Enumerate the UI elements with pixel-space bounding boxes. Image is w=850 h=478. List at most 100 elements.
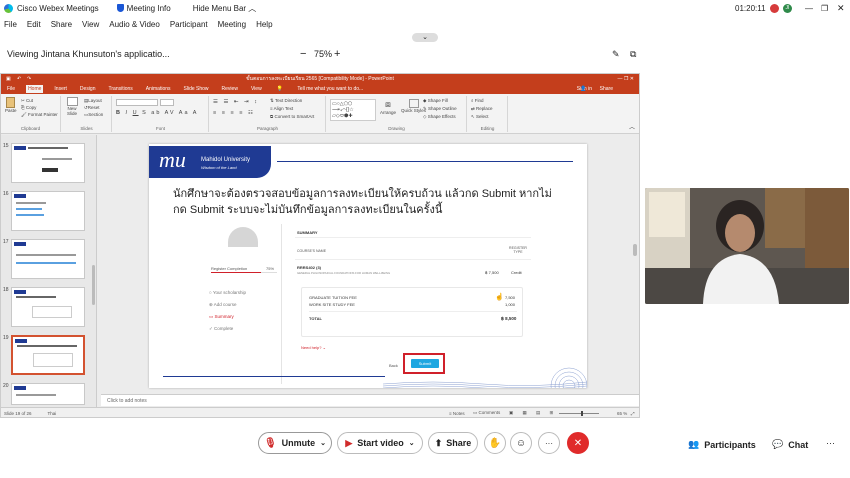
layout-button[interactable]: ▤Layout [84, 98, 102, 104]
current-slide[interactable]: mu Mahidol University Wisdom of the Land… [149, 144, 587, 388]
fit-slide-icon[interactable]: ⤢ [631, 411, 635, 416]
replace-button[interactable]: ⇄ Replace [471, 106, 493, 112]
raise-hand-button[interactable]: ✋ [484, 432, 506, 454]
text-direction-button[interactable]: ⇅ Text Direction [270, 98, 302, 104]
ppt-tab-insert[interactable]: Insert [52, 85, 69, 93]
share-button[interactable]: ⬆ Share [428, 432, 478, 454]
step-summary[interactable]: ▭ Summary [209, 314, 234, 320]
font-format-buttons[interactable]: B I U S ab AV Aa A [116, 110, 198, 116]
shape-fill-button[interactable]: ◆ Shape Fill [423, 98, 448, 104]
zoom-in-button[interactable]: + [334, 48, 340, 60]
meeting-info-button[interactable]: Meeting Info [127, 4, 171, 13]
shape-outline-button[interactable]: ✎ Shape Outline [423, 106, 457, 112]
paste-button[interactable]: Paste [5, 97, 17, 113]
user-avatar[interactable]: JI [783, 3, 792, 13]
menu-participant[interactable]: Participant [170, 20, 208, 29]
ppt-tab-review[interactable]: Review [220, 85, 240, 93]
paragraph-format-buttons[interactable]: ☰ ☰ ⇤ ⇥ ↕ [213, 99, 259, 105]
cut-button[interactable]: ✂ Cut [21, 98, 33, 104]
clipboard-icon [6, 97, 16, 108]
notes-pane[interactable]: Click to add notes [101, 394, 639, 406]
shape-effects-button[interactable]: ◇ Shape Effects [423, 114, 456, 120]
participant-video[interactable] [645, 188, 849, 304]
footer-rule [163, 376, 385, 377]
comments-toggle[interactable]: ▭ Comments [473, 410, 500, 416]
leave-meeting-button[interactable]: ✕ [567, 432, 589, 454]
slide-thumbnail-15[interactable] [11, 143, 85, 183]
new-slide-button[interactable]: New Slide [65, 97, 79, 116]
font-name-box[interactable] [116, 99, 158, 106]
menu-meeting[interactable]: Meeting [218, 20, 246, 29]
ppt-window-controls[interactable]: — ❐ ✕ [618, 76, 634, 82]
find-button[interactable]: ⌕ Find [471, 98, 484, 103]
menu-help[interactable]: Help [256, 20, 272, 29]
menu-share[interactable]: Share [51, 20, 72, 29]
slide-thumbnail-16[interactable] [11, 191, 85, 231]
slide-thumbnail-20[interactable] [11, 383, 85, 405]
ppt-tell-me[interactable]: 💡 Tell me what you want to do... [273, 85, 377, 93]
start-video-button[interactable]: ▶ Start video ⌄ [337, 432, 423, 454]
section-button[interactable]: ▭Section [84, 112, 103, 118]
hide-menu-bar-button[interactable]: Hide Menu Bar ︿ [193, 3, 257, 14]
ppt-tab-slide-show[interactable]: Slide Show [182, 85, 211, 93]
view-buttons[interactable]: ▣ ▦ ▤ ⊞ [509, 410, 557, 416]
arrange-button[interactable]: ⧈ Arrange [380, 99, 396, 115]
step-add-course[interactable]: ⊕ Add course [209, 302, 237, 308]
restore-button[interactable]: ❐ [821, 4, 828, 13]
slide-thumbnail-17[interactable] [11, 239, 85, 279]
need-help-link[interactable]: Need help? ⌄ [301, 345, 326, 350]
font-size-box[interactable] [160, 99, 174, 106]
collapse-toggle[interactable]: ⌄ [412, 33, 438, 42]
replace-icon: ⇄ [471, 106, 475, 111]
align-text-button[interactable]: ≡ Align Text [270, 106, 293, 111]
magnifier-icon: ⌕ [471, 98, 474, 103]
reactions-button[interactable]: ☺ [510, 432, 532, 454]
zoom-slider-thumb[interactable] [581, 411, 583, 416]
slide-thumbnail-19[interactable] [11, 335, 85, 375]
select-button[interactable]: ↖ Select [471, 114, 489, 120]
align-buttons[interactable]: ≡ ≡ ≡ ≡ ☷ [213, 110, 255, 116]
ppt-tab-home[interactable]: Home [26, 85, 44, 93]
status-zoom[interactable]: 65 % [617, 411, 627, 416]
zoom-out-button[interactable]: − [300, 48, 306, 60]
slide-scrollbar[interactable] [633, 244, 637, 256]
menu-audio-video[interactable]: Audio & Video [109, 20, 160, 29]
smartart-button[interactable]: ⧉ Convert to SmartArt [270, 114, 314, 119]
participants-button[interactable]: 👥 Participants [688, 439, 756, 450]
step-complete[interactable]: ✓ Complete [209, 326, 233, 332]
shapes-gallery[interactable]: ▭○△⬠⬡ ⟶⤷⌒{}☆ ▱◇⬭⬢✚ [330, 99, 376, 121]
pop-out-icon[interactable]: ⧉ [630, 49, 636, 60]
ppt-redo-icon[interactable]: ↷ [27, 76, 31, 82]
thumbnail-scrollbar[interactable] [92, 265, 95, 305]
ppt-share-button[interactable]: 👤 Share [576, 85, 626, 93]
step-scholarship[interactable]: ○ Your scholarship [209, 290, 246, 295]
minimize-button[interactable]: — [805, 4, 813, 13]
notes-toggle[interactable]: ≡ Notes [449, 411, 465, 416]
unmute-button[interactable]: 🎙 Unmute ⌄ [258, 432, 332, 454]
copy-button[interactable]: ⎘ Copy [21, 105, 36, 110]
ppt-tab-animations[interactable]: Animations [144, 85, 173, 93]
slide-thumbnail-18[interactable] [11, 287, 85, 327]
menu-view[interactable]: View [82, 20, 99, 29]
ppt-tab-file[interactable]: File [5, 85, 17, 93]
chevron-down-icon[interactable]: ⌄ [409, 439, 415, 447]
menu-edit[interactable]: Edit [27, 20, 41, 29]
ppt-tab-design[interactable]: Design [78, 85, 98, 93]
chat-button[interactable]: 💬 Chat [772, 439, 808, 450]
annotate-icon[interactable]: ✎ [612, 49, 620, 60]
menu-file[interactable]: File [4, 20, 17, 29]
ppt-undo-icon[interactable]: ↶ [17, 76, 21, 82]
more-options-button[interactable]: ··· [538, 432, 560, 454]
zoom-slider[interactable] [559, 413, 599, 414]
ppt-tab-transitions[interactable]: Transitions [107, 85, 135, 93]
app-title: Cisco Webex Meetings [17, 3, 99, 13]
close-button[interactable]: ✕ [837, 3, 845, 14]
format-painter-button[interactable]: 🖌 Format Painter [21, 112, 58, 118]
ppt-tab-view[interactable]: View [249, 85, 264, 93]
ribbon-collapse-icon[interactable]: ︿ [629, 122, 635, 131]
reset-button[interactable]: ↺Reset [84, 105, 100, 111]
chevron-down-icon[interactable]: ⌄ [320, 439, 326, 447]
panel-more-button[interactable]: ··· [826, 438, 835, 448]
ppt-save-icon[interactable]: ▣ [6, 76, 11, 82]
zoom-level[interactable]: 75% [314, 49, 332, 59]
